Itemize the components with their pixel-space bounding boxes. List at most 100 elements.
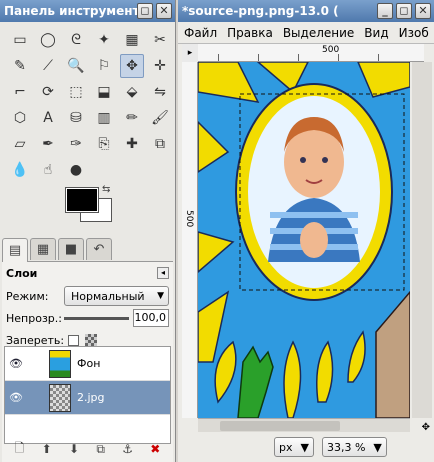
lock-pixels-checkbox[interactable]: [68, 334, 80, 346]
mode-row: Режим: Нормальный ▼: [2, 285, 173, 307]
lower-layer-icon[interactable]: ⬇: [69, 442, 79, 456]
eye-icon[interactable]: 👁: [5, 391, 27, 404]
perspective-icon[interactable]: ⬙: [120, 80, 144, 104]
blur-icon[interactable]: 💧: [8, 158, 32, 182]
dodge-burn-icon[interactable]: ●: [64, 158, 88, 182]
channels-icon: ▦: [36, 242, 50, 257]
toolbox-titlebar[interactable]: Панель инструмент ◻ ✕: [0, 0, 175, 22]
layer-name: 2.jpg: [77, 391, 105, 404]
delete-layer-icon[interactable]: ✖: [150, 442, 160, 456]
rotate-icon[interactable]: ⟳: [36, 80, 60, 104]
menu-view[interactable]: Вид: [364, 26, 388, 40]
vertical-ruler[interactable]: 500: [182, 62, 198, 418]
opacity-input[interactable]: 100,0: [133, 309, 169, 327]
dock-tabs: ▤ ▦ ■ ↶: [2, 238, 173, 262]
chevron-down-icon: ▼: [157, 291, 164, 301]
layer-thumbnail: [49, 349, 71, 378]
opacity-slider[interactable]: [64, 316, 129, 320]
mode-label: Режим:: [6, 289, 49, 303]
cage-icon[interactable]: ⬡: [8, 106, 32, 130]
unit-select[interactable]: px ▼: [274, 437, 314, 457]
mode-select[interactable]: Нормальный ▼: [64, 286, 169, 306]
image-window: *source-png.png-13.0 ( _ ◻ ✕ Файл Правка…: [178, 0, 434, 462]
unit-value: px: [279, 440, 293, 454]
lock-alpha-icon[interactable]: [85, 334, 98, 346]
rect-select-icon[interactable]: ▭: [8, 28, 32, 52]
pencil-icon[interactable]: ✏: [120, 106, 144, 130]
anchor-layer-icon[interactable]: ⚓: [122, 442, 133, 456]
image-title: *source-png.png-13.0 (: [182, 4, 339, 18]
swap-colors-icon[interactable]: ⇆: [102, 184, 110, 195]
smudge-icon[interactable]: ☝: [36, 158, 60, 182]
close-button[interactable]: ✕: [156, 3, 172, 19]
scale-icon[interactable]: ⬚: [64, 80, 88, 104]
horizontal-scrollbar[interactable]: [198, 418, 410, 432]
zoom-select[interactable]: 33,3 % ▼: [321, 437, 387, 457]
bucket-fill-icon[interactable]: ⛁: [64, 106, 88, 130]
menu-file[interactable]: Файл: [184, 26, 217, 40]
shear-icon[interactable]: ⬓: [92, 80, 116, 104]
menu-bar: Файл Правка Выделение Вид Изоб: [178, 22, 434, 44]
paintbrush-icon[interactable]: 🖌: [148, 106, 172, 130]
tool-grid: ▭ ◯ ᘓ ✦ ▦ ✂ ✎ ⟋ 🔍 ⚐ ✥ ✛ ⌐ ⟳ ⬚ ⬓ ⬙ ⇋ ⬡ A ⛁ ▥ ✏ 🖌 ▱ ✒ ✑ ⎘ ✚ ⧉ 💧 ☝ ●: [0, 22, 175, 182]
new-layer-icon[interactable]: 🗋: [15, 439, 25, 460]
scissors-icon[interactable]: ✂: [148, 28, 172, 52]
tab-paths[interactable]: ■: [58, 238, 84, 260]
gradient-icon[interactable]: ▥: [92, 106, 116, 130]
measure-icon[interactable]: ⚐: [92, 54, 116, 78]
raise-layer-icon[interactable]: ⬆: [42, 442, 52, 456]
duplicate-layer-icon[interactable]: ⧉: [96, 442, 105, 457]
perspective-clone-icon[interactable]: ⧉: [148, 132, 172, 156]
foreground-color-swatch[interactable]: [65, 187, 99, 213]
vertical-scrollbar[interactable]: [412, 62, 432, 418]
ellipse-select-icon[interactable]: ◯: [36, 28, 60, 52]
color-select-icon[interactable]: ▦: [120, 28, 144, 52]
eye-icon[interactable]: 👁: [5, 357, 27, 370]
toolbox-window: Панель инструмент ◻ ✕ ▭ ◯ ᘓ ✦ ▦ ✂ ✎ ⟋ 🔍 ⚐ ✥ ✛ ⌐ ⟳ ⬚ ⬓ ⬙ ⇋…: [0, 0, 176, 462]
align-icon[interactable]: ✛: [148, 54, 172, 78]
minimize-button[interactable]: _: [377, 3, 393, 19]
eraser-icon[interactable]: ▱: [8, 132, 32, 156]
layers-panel-header: Слои ◂: [2, 262, 173, 285]
menu-image[interactable]: Изоб: [399, 26, 429, 40]
paths-icon[interactable]: ✎: [8, 54, 32, 78]
color-area: ⇆: [0, 184, 175, 232]
tab-undo[interactable]: ↶: [86, 238, 112, 260]
chevron-down-icon: ▼: [300, 440, 309, 454]
flip-icon[interactable]: ⇋: [148, 80, 172, 104]
ruler-label: 500: [184, 210, 194, 228]
image-titlebar[interactable]: *source-png.png-13.0 ( _ ◻ ✕: [178, 0, 434, 22]
maximize-button[interactable]: ◻: [396, 3, 412, 19]
opacity-row: Непрозр.: 100,0: [2, 307, 173, 329]
color-picker-icon[interactable]: ⟋: [36, 54, 60, 78]
airbrush-icon[interactable]: ✒: [36, 132, 60, 156]
maximize-button[interactable]: ◻: [137, 3, 153, 19]
opacity-label: Непрозр.:: [6, 311, 62, 325]
text-icon[interactable]: A: [36, 106, 60, 130]
menu-edit[interactable]: Правка: [227, 26, 273, 40]
horizontal-ruler[interactable]: 500: [198, 44, 424, 62]
zoom-icon[interactable]: 🔍: [64, 54, 88, 78]
heal-icon[interactable]: ✚: [120, 132, 144, 156]
menu-select[interactable]: Выделение: [283, 26, 354, 40]
list-item[interactable]: 👁 2.jpg: [5, 381, 170, 415]
layer-thumbnail: [49, 383, 71, 412]
crop-icon[interactable]: ⌐: [8, 80, 32, 104]
scrollbar-thumb[interactable]: [220, 421, 340, 431]
ink-icon[interactable]: ✑: [64, 132, 88, 156]
panel-title: Слои: [6, 267, 38, 280]
mode-value: Нормальный: [71, 289, 145, 303]
clone-icon[interactable]: ⎘: [92, 132, 116, 156]
list-item[interactable]: 👁 Фон: [5, 347, 170, 381]
panel-menu-button[interactable]: ◂: [157, 267, 169, 279]
lock-label: Запереть:: [6, 333, 65, 347]
image-canvas[interactable]: [198, 62, 410, 418]
fuzzy-select-icon[interactable]: ✦: [92, 28, 116, 52]
image-menu-button[interactable]: ▸: [182, 44, 198, 62]
close-button[interactable]: ✕: [415, 3, 431, 19]
canvas-image: [198, 62, 410, 418]
tab-layers[interactable]: ▤: [2, 238, 28, 262]
tab-channels[interactable]: ▦: [30, 238, 56, 260]
free-select-icon[interactable]: ᘓ: [64, 28, 88, 52]
move-icon[interactable]: ✥: [120, 54, 144, 78]
